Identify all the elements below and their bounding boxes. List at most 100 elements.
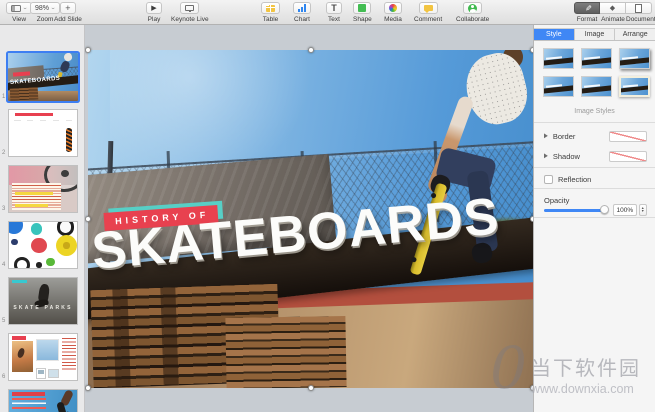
slide-row-6: 6: [8, 333, 78, 381]
slide-thumbnail-1[interactable]: SKATEBOARDS: [8, 53, 78, 101]
format-label: Format: [574, 16, 600, 23]
play-label: Play: [148, 16, 161, 23]
reflection-checkbox[interactable]: [544, 175, 553, 184]
view-icon: [11, 5, 21, 12]
media-button[interactable]: [384, 2, 402, 14]
shape-group: Shape: [353, 2, 372, 23]
paintbrush-icon: ✎: [583, 5, 591, 12]
slide-number: 3: [2, 206, 5, 212]
slide-thumbnail-6[interactable]: [8, 333, 78, 381]
opacity-stepper[interactable]: ▲ ▼: [639, 204, 647, 216]
slide-number: 6: [2, 374, 5, 380]
plus-icon: +: [65, 4, 70, 13]
chart-group: Chart: [293, 2, 311, 23]
border-label: Border: [553, 132, 576, 141]
image-style-option-4[interactable]: [543, 76, 574, 97]
slide-number: 4: [2, 262, 5, 268]
slide-navigator: 1 SKATEBOARDS 2 3: [0, 25, 85, 412]
resize-handle-top-center[interactable]: [308, 47, 314, 53]
tab-style[interactable]: Style: [534, 29, 575, 40]
keynote-window: ⌄ View 98% ⌄ Zoom + Add Slide ▶ Play: [0, 0, 655, 412]
tab-arrange[interactable]: Arrange: [615, 29, 655, 40]
format-inspector: Style Image Arrange Image Styles ▶ Borde…: [533, 25, 655, 412]
keynote-live-group: Keynote Live: [171, 2, 209, 23]
play-group: ▶ Play: [146, 2, 162, 23]
add-slide-label: Add Slide: [54, 16, 82, 23]
divider: [534, 167, 655, 168]
collaborate-label: Collaborate: [456, 16, 489, 23]
inspector-switch-group: ✎ ◆ Format Animate Document: [574, 2, 652, 23]
animate-diamond-icon: ◆: [610, 5, 615, 12]
divider: [534, 188, 655, 189]
view-button[interactable]: ⌄: [6, 2, 32, 14]
shadow-style-well[interactable]: [609, 151, 647, 162]
slide-number: 2: [2, 150, 5, 156]
tab-image[interactable]: Image: [575, 29, 616, 40]
image-styles-label: Image Styles: [534, 108, 655, 115]
resize-handle-mid-left[interactable]: [85, 216, 91, 222]
comment-button[interactable]: [419, 2, 438, 14]
keynote-live-button[interactable]: [180, 2, 199, 14]
comment-label: Comment: [414, 16, 442, 23]
collaborate-person-icon: [468, 4, 477, 13]
disclosure-triangle-icon[interactable]: ▶: [544, 152, 548, 160]
zoom-label: Zoom: [37, 16, 54, 23]
chart-button[interactable]: [293, 2, 311, 14]
display-icon: [185, 5, 194, 11]
opacity-slider-knob[interactable]: [600, 205, 609, 214]
slide-row-1: 1 SKATEBOARDS: [8, 53, 78, 101]
thumbnail-caption-text: SKATE PARKS: [10, 305, 75, 311]
resize-handle-bottom-center[interactable]: [308, 385, 314, 391]
add-slide-button[interactable]: +: [60, 2, 76, 14]
text-label: Text: [328, 16, 340, 23]
image-style-option-1[interactable]: [543, 48, 574, 69]
border-style-well[interactable]: [609, 131, 647, 142]
opacity-slider[interactable]: [544, 209, 605, 212]
slide-row-3: 3: [8, 165, 78, 213]
document-page-icon: [635, 4, 642, 13]
view-button-group: ⌄ View: [6, 2, 32, 23]
disclosure-triangle-icon[interactable]: ▶: [544, 132, 548, 140]
format-button[interactable]: ✎: [574, 2, 600, 14]
animate-label: Animate: [600, 16, 626, 23]
resize-handle-bottom-left[interactable]: [85, 385, 91, 391]
table-group: Table: [261, 2, 280, 23]
text-icon: T: [331, 4, 337, 13]
slide-thumbnail-3[interactable]: [8, 165, 78, 213]
image-style-option-3[interactable]: [619, 48, 650, 69]
opacity-value-field[interactable]: 100%: [613, 204, 636, 216]
slide-row-4: 4: [8, 221, 78, 269]
shape-icon: [358, 4, 366, 12]
document-button[interactable]: [626, 2, 652, 14]
media-icon: [389, 4, 397, 12]
shadow-label: Shadow: [553, 152, 580, 161]
image-style-option-2[interactable]: [581, 48, 612, 69]
text-group: T Text: [326, 2, 342, 23]
shape-label: Shape: [353, 16, 372, 23]
slide-image[interactable]: HISTORY OF SKATEBOARDS: [88, 50, 533, 388]
play-button[interactable]: ▶: [146, 2, 162, 14]
slide-thumbnail-7[interactable]: [8, 389, 78, 412]
image-style-option-6[interactable]: [619, 76, 650, 97]
text-button[interactable]: T: [326, 2, 342, 14]
image-styles-grid: [543, 48, 650, 97]
document-label: Document: [626, 16, 652, 23]
slide-thumbnail-2[interactable]: [8, 109, 78, 157]
border-row: ▶ Border: [544, 129, 647, 143]
play-icon: ▶: [151, 5, 156, 12]
toolbar: ⌄ View 98% ⌄ Zoom + Add Slide ▶ Play: [0, 0, 655, 25]
resize-handle-top-left[interactable]: [85, 47, 91, 53]
keynote-live-label: Keynote Live: [171, 16, 209, 23]
zoom-value: 98%: [35, 5, 49, 12]
image-style-option-5[interactable]: [581, 76, 612, 97]
collaborate-button[interactable]: [463, 2, 482, 14]
table-button[interactable]: [261, 2, 280, 14]
animate-button[interactable]: ◆: [600, 2, 626, 14]
slide-thumbnail-5[interactable]: SKATE PARKS: [8, 277, 78, 325]
add-slide-group: + Add Slide: [54, 2, 82, 23]
slide-row-7: 7: [8, 389, 78, 412]
chart-label: Chart: [294, 16, 310, 23]
slide-thumbnail-4[interactable]: [8, 221, 78, 269]
shape-button[interactable]: [353, 2, 371, 14]
table-label: Table: [263, 16, 279, 23]
